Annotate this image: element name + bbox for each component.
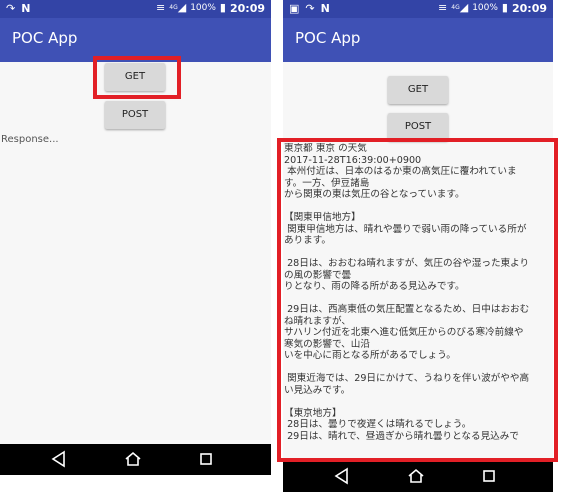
navigation-bar (283, 461, 553, 492)
battery-percent: 100% (190, 3, 216, 13)
response-line: 【東京地方】 (284, 407, 342, 419)
app-title: POC App (295, 29, 361, 47)
response-line (284, 201, 551, 213)
get-button[interactable]: GET (105, 63, 165, 91)
response-line: 【関東甲信地方】 (284, 212, 361, 223)
photo-icon: ▣ (289, 2, 300, 15)
navigation-bar (0, 444, 271, 475)
n-icon: N (21, 2, 31, 15)
recents-icon[interactable] (197, 450, 215, 468)
notification-icon: ↷ (6, 2, 16, 15)
phone-screen-before: ↷ N ≡ 4G◢ 100% ▮ 20:09 POC App GET POST … (0, 0, 271, 475)
response-line: 28日は、おおむね晴れますが、気圧の谷や湿った東より (284, 258, 530, 269)
back-icon[interactable] (50, 450, 68, 468)
response-line (284, 396, 551, 408)
battery-icon: ▮ (219, 1, 226, 14)
recents-icon[interactable] (480, 467, 498, 485)
status-bar: ↷ N ≡ 4G◢ 100% ▮ 20:09 (0, 0, 271, 18)
signal-icon: 4G◢ (169, 1, 187, 14)
app-bar: POC App (283, 18, 553, 62)
response-line (284, 362, 551, 374)
response-line: の風の影響で曇 (284, 269, 352, 281)
response-line: 29日は、晴れで、昼過ぎから晴れ曇りとなる見込みで (284, 430, 519, 442)
status-time: 20:09 (229, 1, 265, 15)
post-button[interactable]: POST (388, 113, 448, 141)
app-title: POC App (12, 29, 78, 47)
n-icon: N (320, 2, 330, 15)
vibrate-icon: ≡ (156, 1, 166, 14)
response-line: い見込みです。 (284, 384, 351, 396)
get-button[interactable]: GET (388, 76, 448, 104)
signal-icon: 4G◢ (451, 1, 469, 14)
response-line: サハリン付近を北東へ進む低気圧からのびる寒冷前線や (284, 327, 524, 338)
phone-screen-after: ▣ ↷ N ≡ 4G◢ 100% ▮ 20:09 POC App GET POS… (283, 0, 553, 492)
response-line: から関東の東は気圧の谷となっています。 (284, 189, 465, 200)
response-line (284, 247, 551, 259)
response-placeholder: Response... (1, 134, 59, 145)
response-line: 28日は、曇りで夜遅くは晴れるでしょう。 (284, 419, 472, 430)
response-line: 2017-11-28T16:39:00+0900 (284, 154, 422, 166)
response-line: す。一方、伊豆諸島 (284, 177, 370, 189)
home-icon[interactable] (407, 467, 425, 485)
battery-icon: ▮ (501, 1, 508, 14)
response-line: いを中心に雨となる所があるでしょう。 (284, 350, 456, 361)
status-time: 20:09 (511, 1, 547, 15)
status-bar: ▣ ↷ N ≡ 4G◢ 100% ▮ 20:09 (283, 0, 553, 18)
app-bar: POC App (0, 18, 271, 62)
home-icon[interactable] (124, 450, 142, 468)
response-line: 寒気の影響で、山沿 (284, 338, 370, 350)
response-line (284, 293, 551, 305)
response-line: 関東近海では、29日にかけて、うねりを伴い波がやや高 (284, 373, 530, 384)
response-line: 本州付近は、日本のはるか東の高気圧に覆われていま (284, 166, 517, 177)
vibrate-icon: ≡ (438, 1, 448, 14)
response-line: ね晴れますが、 (284, 315, 351, 327)
response-line: 関東甲信地方は、晴れや曇りで弱い雨の降っている所が (284, 223, 527, 235)
post-button[interactable]: POST (105, 101, 165, 129)
response-line: 東京都 東京 の天気 (284, 143, 367, 154)
response-text: 東京都 東京 の天気 2017-11-28T16:39:00+0900 本州付近は… (283, 143, 551, 458)
back-icon[interactable] (333, 467, 351, 485)
notification-icon: ↷ (305, 2, 315, 15)
response-line: 29日は、西高東低の気圧配置となるため、日中はおおむ (284, 304, 530, 315)
response-line: りとなり、雨の降る所がある見込みです。 (284, 281, 465, 292)
response-line: あります。 (284, 235, 332, 246)
battery-percent: 100% (472, 3, 498, 13)
